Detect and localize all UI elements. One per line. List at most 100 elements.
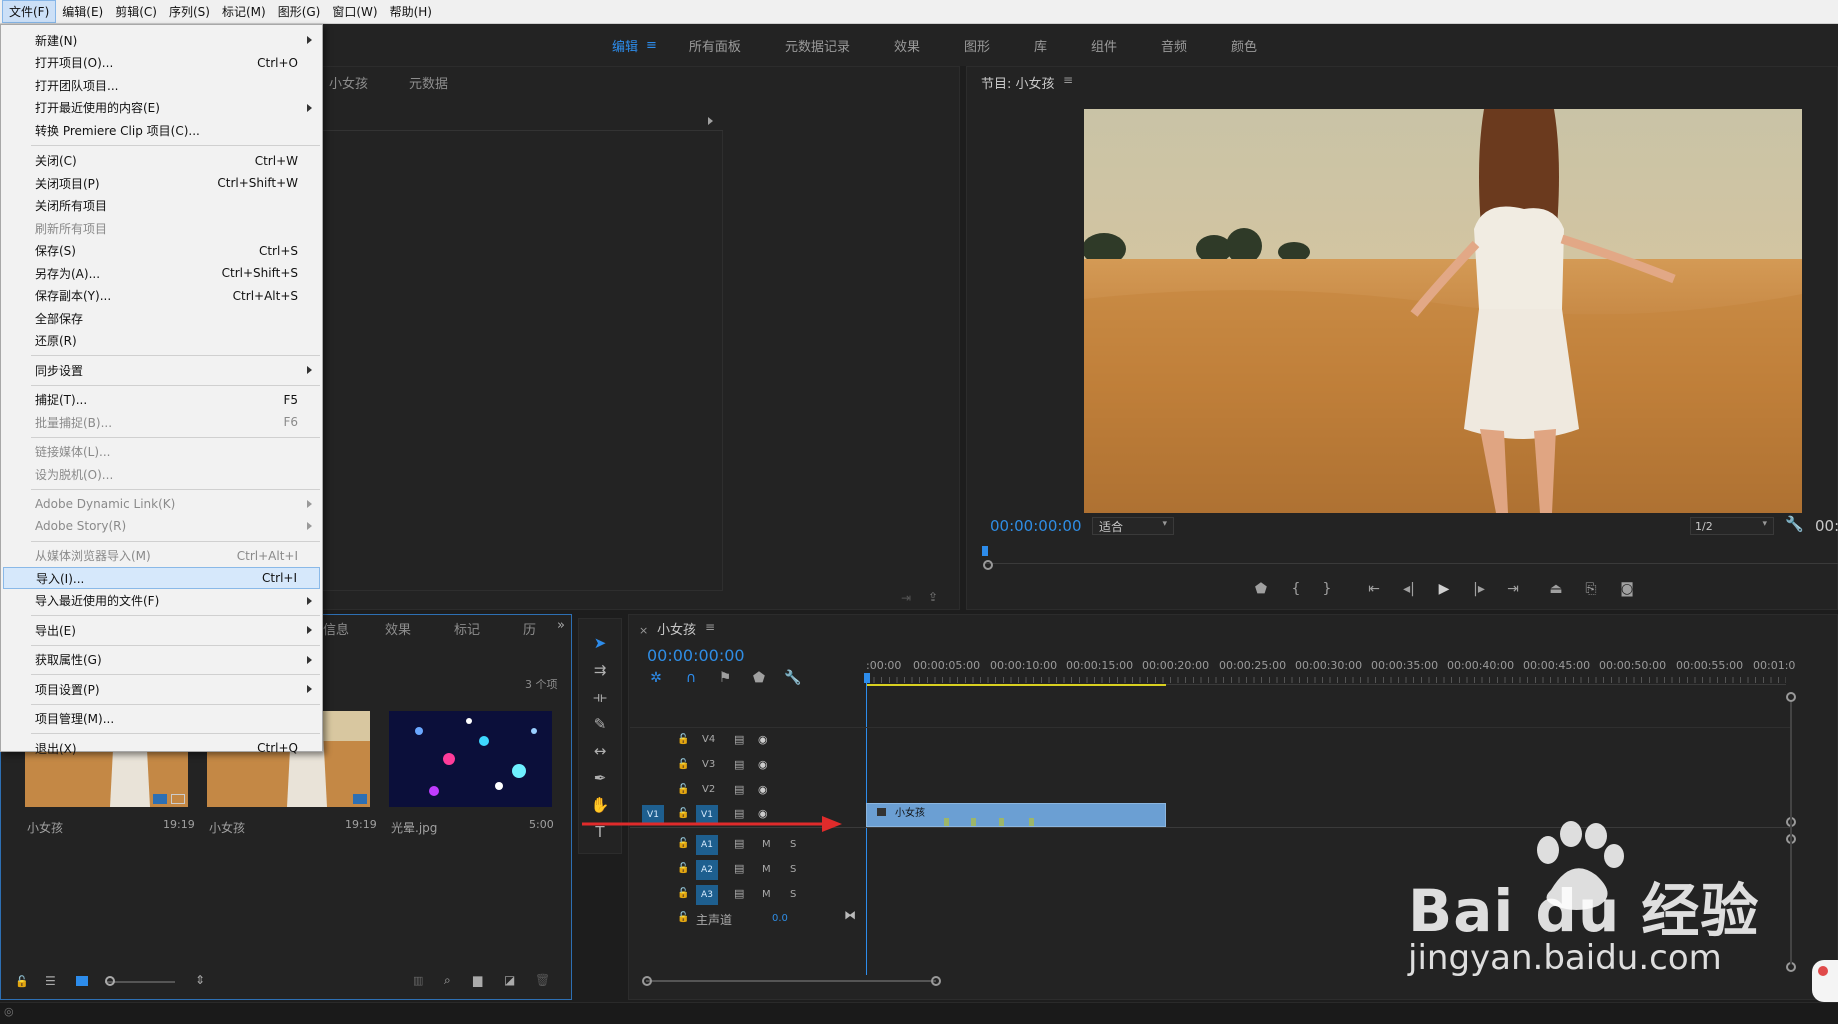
timeline-clip[interactable]: 小女孩: [866, 803, 1166, 827]
go-to-out-icon[interactable]: ⇥: [1504, 580, 1522, 598]
zoom-fit-select[interactable]: 适合 ▾: [1092, 517, 1174, 535]
sort-icon[interactable]: ⇕: [195, 973, 205, 987]
add-marker-icon[interactable]: ⬟: [1252, 580, 1270, 598]
solo-button[interactable]: S: [790, 864, 796, 875]
file-menu-item[interactable]: 关闭项目(P) Ctrl+Shift+W: [3, 172, 320, 194]
menu-item[interactable]: 帮助(H): [384, 1, 438, 22]
track-target-a1[interactable]: A1: [696, 835, 718, 855]
program-playhead-marker[interactable]: [982, 546, 988, 556]
mute-button[interactable]: M: [762, 889, 771, 900]
workspace-tab[interactable]: 库: [1012, 36, 1069, 55]
step-forward-icon[interactable]: |▸: [1470, 580, 1488, 598]
snap-magnet-icon[interactable]: ∩: [682, 669, 700, 687]
slip-tool-icon[interactable]: ↔: [588, 740, 612, 762]
file-menu-item[interactable]: 项目设置(P): [3, 678, 320, 700]
hscroll-right-handle[interactable]: [931, 976, 941, 986]
sync-lock-icon[interactable]: ▤: [734, 783, 744, 796]
workspace-tab[interactable]: 元数据记录: [763, 36, 872, 55]
list-view-icon[interactable]: ☰: [45, 974, 56, 988]
selection-tool-icon[interactable]: ➤: [588, 632, 612, 654]
workspace-tab[interactable]: 效果: [872, 36, 942, 55]
zoom-slider-handle[interactable]: [105, 976, 115, 986]
eye-icon[interactable]: ◉: [758, 783, 768, 796]
file-menu-item[interactable]: 保存(S) Ctrl+S: [3, 240, 320, 262]
playhead-marker[interactable]: [864, 673, 870, 683]
workspace-menu-icon[interactable]: ≡: [646, 38, 657, 53]
lock-icon[interactable]: 🔓: [677, 888, 689, 899]
eye-icon[interactable]: ◉: [758, 758, 768, 771]
sync-lock-icon[interactable]: ▤: [734, 887, 744, 900]
workspace-tab[interactable]: 颜色: [1209, 36, 1279, 55]
file-menu-item[interactable]: 关闭所有项目: [3, 195, 320, 217]
razor-tool-icon[interactable]: ✎: [588, 713, 612, 735]
file-menu-item[interactable]: 另存为(A)... Ctrl+Shift+S: [3, 262, 320, 284]
tab-history[interactable]: 历: [523, 619, 536, 638]
file-menu-item[interactable]: 导出(E): [3, 619, 320, 641]
file-menu-item[interactable]: 新建(N): [3, 29, 320, 51]
mute-button[interactable]: M: [762, 864, 771, 875]
menu-item[interactable]: 标记(M): [216, 1, 272, 22]
sync-lock-icon[interactable]: ▤: [734, 862, 744, 875]
program-timecode[interactable]: 00:00:00:00: [990, 517, 1082, 535]
lock-icon[interactable]: 🔓: [677, 734, 689, 745]
zoom-slider[interactable]: [105, 981, 175, 983]
workspace-tab[interactable]: 所有面板: [667, 36, 763, 55]
tab-effects[interactable]: 效果: [385, 619, 411, 638]
workspace-tab[interactable]: 组件: [1069, 36, 1139, 55]
lift-icon[interactable]: ⏏: [1546, 580, 1566, 598]
resolution-select[interactable]: 1/2 ▾: [1690, 517, 1774, 535]
mark-out-icon[interactable]: }: [1318, 580, 1336, 598]
menu-item[interactable]: 编辑(E): [56, 1, 109, 22]
lock-icon[interactable]: 🔓: [15, 975, 29, 988]
hscroll-left-handle[interactable]: [642, 976, 652, 986]
add-marker-icon[interactable]: ⬟: [750, 669, 768, 687]
clip-marker[interactable]: [971, 818, 976, 826]
timeline-settings-icon[interactable]: 🔧: [784, 669, 802, 687]
file-menu-item[interactable]: 全部保存: [3, 307, 320, 329]
lock-icon[interactable]: 🔓: [677, 863, 689, 874]
clip-marker[interactable]: [944, 818, 949, 826]
trash-icon[interactable]: 🗑: [535, 973, 550, 987]
sequence-tab[interactable]: 小女孩: [657, 619, 696, 638]
file-menu-item[interactable]: 同步设置: [3, 359, 320, 381]
file-menu-item[interactable]: 打开最近使用的内容(E): [3, 97, 320, 119]
nest-toggle-icon[interactable]: ✲: [647, 669, 665, 687]
new-item-icon[interactable]: ◪: [504, 973, 515, 987]
file-menu-item[interactable]: 转换 Premiere Clip 项目(C)...: [3, 119, 320, 141]
automate-icon[interactable]: ▥: [413, 974, 423, 987]
new-bin-icon[interactable]: ▆: [473, 973, 482, 987]
more-tabs-icon[interactable]: »: [557, 618, 565, 633]
master-volume-value[interactable]: 0.0: [772, 913, 788, 924]
project-item-thumbnail[interactable]: [389, 711, 552, 807]
insert-icon[interactable]: ⇥: [901, 591, 911, 605]
icon-view-icon[interactable]: [76, 976, 88, 986]
timeline-timecode[interactable]: 00:00:00:00: [647, 646, 745, 665]
workspace-tab[interactable]: 音频: [1139, 36, 1209, 55]
camera-icon[interactable]: ◙: [1617, 580, 1637, 598]
mark-in-icon[interactable]: {: [1287, 580, 1305, 598]
track-select-tool-icon[interactable]: ⇉: [588, 659, 612, 681]
tab-metadata[interactable]: 元数据: [409, 73, 448, 92]
panel-menu-icon[interactable]: ≡: [1063, 73, 1073, 87]
play-icon[interactable]: ▶: [1435, 580, 1453, 598]
file-menu-item[interactable]: 项目管理(M)...: [3, 708, 320, 730]
file-menu-item[interactable]: 保存副本(Y)... Ctrl+Alt+S: [3, 285, 320, 307]
workspace-tab[interactable]: 图形: [942, 36, 1012, 55]
close-icon[interactable]: ×: [639, 624, 648, 637]
linked-selection-icon[interactable]: ⚑: [716, 669, 734, 687]
horizontal-scrollbar[interactable]: [646, 980, 936, 982]
file-menu-item[interactable]: 导入最近使用的文件(F): [3, 590, 320, 612]
program-monitor-title[interactable]: 节目: 小女孩: [981, 73, 1055, 92]
metadata-expand-arrow[interactable]: [708, 117, 713, 125]
sync-lock-icon[interactable]: ▤: [734, 733, 744, 746]
mute-button[interactable]: M: [762, 839, 771, 850]
file-menu-item[interactable]: 还原(R): [3, 330, 320, 352]
file-menu-item[interactable]: 关闭(C) Ctrl+W: [3, 150, 320, 172]
go-to-in-icon[interactable]: ⇤: [1365, 580, 1383, 598]
step-back-icon[interactable]: ◂|: [1400, 580, 1418, 598]
expand-master-icon[interactable]: ⧓: [844, 908, 856, 922]
tab-info[interactable]: 信息: [323, 619, 349, 638]
track-target-a3[interactable]: A3: [696, 885, 718, 905]
extract-icon[interactable]: ⎘: [1581, 580, 1601, 598]
file-menu-item[interactable]: 导入(I)... Ctrl+I: [3, 567, 320, 589]
